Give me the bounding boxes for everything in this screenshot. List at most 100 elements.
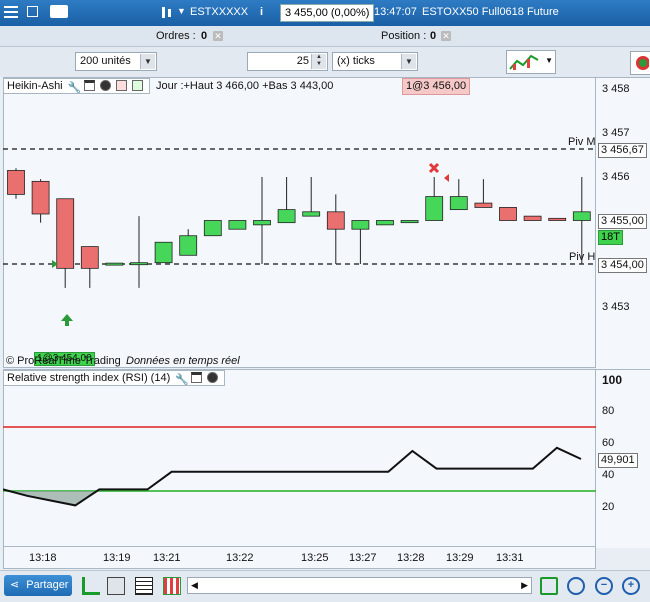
scroll-right-icon[interactable]: ▶ bbox=[521, 580, 528, 591]
x-tick-label: 13:31 bbox=[496, 552, 524, 564]
candle-body bbox=[253, 220, 271, 226]
candles-icon[interactable] bbox=[163, 577, 181, 595]
ticks-stepper[interactable]: 25 ▲ ▼ bbox=[247, 52, 328, 71]
zoom-out-icon[interactable]: − bbox=[595, 577, 613, 595]
footer-brand: © ProRealTime Trading bbox=[6, 355, 121, 367]
buy-arrow-icon bbox=[61, 314, 73, 326]
chart-type-button[interactable]: ▼ bbox=[506, 50, 556, 74]
share-label: Partager bbox=[26, 579, 69, 591]
candle-body bbox=[499, 207, 517, 221]
candle-body bbox=[228, 220, 247, 230]
window-menu-icon[interactable] bbox=[4, 6, 18, 18]
y-tick-label: 3 453 bbox=[602, 301, 630, 313]
x-tick-label: 13:18 bbox=[29, 552, 57, 564]
chevron-down-icon[interactable]: ▼ bbox=[401, 54, 416, 69]
position-count: 0 bbox=[430, 30, 437, 42]
quantity-select[interactable]: 200 unités ▼ bbox=[75, 52, 157, 71]
pivot-m-value: 3 456,67 bbox=[598, 143, 647, 158]
time-axis[interactable]: 13:18 13:19 13:21 13:22 13:25 13:27 13:28 13:29… bbox=[3, 547, 596, 569]
candle-body bbox=[130, 262, 148, 266]
candle-body bbox=[179, 235, 198, 256]
candle-body bbox=[154, 241, 173, 264]
drawing-tools-icon[interactable] bbox=[82, 577, 100, 595]
horizontal-scrollbar[interactable]: ◀ ▶ bbox=[187, 577, 532, 594]
footer-status: Données en temps réel bbox=[126, 355, 240, 367]
instrument-dropdown-arrow[interactable]: ▼ bbox=[177, 6, 186, 16]
chart-type-icon bbox=[509, 54, 539, 70]
product-name: ESTOXX50 Full0618 Future bbox=[422, 6, 559, 18]
zoom-in-icon[interactable]: + bbox=[622, 577, 640, 595]
share-button[interactable]: ⋖ Partager bbox=[4, 575, 72, 596]
candle-body bbox=[326, 211, 345, 230]
instrument-name[interactable]: ESTXXXXX bbox=[190, 6, 248, 18]
x-tick-label: 13:19 bbox=[103, 552, 131, 564]
title-bar: ▼ ESTXXXXX i 3 455,00 (0,00%) 13:47:07 E… bbox=[0, 0, 650, 26]
rsi-y-axis[interactable]: 100 80 60 40 20 49,901 bbox=[596, 369, 650, 548]
hide-orders-icon[interactable] bbox=[107, 577, 125, 595]
bar-timer: 18T bbox=[598, 230, 623, 245]
cancel-order-marker-icon[interactable] bbox=[428, 162, 440, 174]
current-price-tag: 3 455,00 bbox=[598, 214, 647, 229]
chevron-down-icon[interactable]: ▼ bbox=[140, 54, 155, 69]
rsi-y-tick: 100 bbox=[602, 373, 623, 387]
pivot-m-label: Piv M bbox=[568, 136, 596, 148]
price-y-axis[interactable]: 3 458 3 457 3 456 3 453 3 456,67 3 455,0… bbox=[596, 77, 650, 369]
zoom-auto-icon[interactable] bbox=[567, 577, 585, 595]
rsi-current-value: 49,901 bbox=[598, 453, 638, 468]
candle-body bbox=[105, 262, 124, 266]
candle-body bbox=[523, 215, 542, 221]
close-position-icon[interactable]: ✕ bbox=[441, 31, 451, 41]
x-tick-label: 13:29 bbox=[446, 552, 474, 564]
rsi-y-tick: 20 bbox=[602, 501, 615, 513]
stepper-arrows-icon[interactable]: ▲ ▼ bbox=[311, 54, 326, 69]
chevron-down-icon[interactable]: ▼ bbox=[545, 56, 553, 65]
x-tick-label: 13:22 bbox=[226, 552, 254, 564]
ticks-unit-select[interactable]: (x) ticks ▼ bbox=[332, 52, 418, 71]
x-tick-label: 13:25 bbox=[301, 552, 329, 564]
orders-position-bar: Ordres : 0 ✕ Position : 0 ✕ bbox=[0, 26, 650, 47]
candle-body bbox=[302, 211, 321, 217]
info-icon[interactable]: i bbox=[260, 6, 263, 18]
ticks-unit-value: (x) ticks bbox=[337, 55, 375, 67]
rsi-y-tick: 60 bbox=[602, 437, 615, 449]
y-tick-label: 3 456 bbox=[602, 171, 630, 183]
candle-body bbox=[400, 220, 419, 224]
quantity-value: 200 unités bbox=[80, 55, 131, 67]
pivot-h-value: 3 454,00 bbox=[598, 258, 647, 273]
order-toolbar: 200 unités ▼ 25 ▲ ▼ (x) ticks ▼ ▼ bbox=[0, 47, 650, 77]
x-tick-label: 13:27 bbox=[349, 552, 377, 564]
restore-icon[interactable] bbox=[27, 6, 38, 17]
keyboard-icon[interactable] bbox=[50, 5, 68, 18]
candle-body bbox=[572, 211, 591, 221]
ticks-value: 25 bbox=[296, 55, 309, 67]
bottom-toolbar: ⋖ Partager ◀ ▶ − + bbox=[0, 570, 650, 602]
last-price-badge: 3 455,00 (0,00%) bbox=[280, 4, 375, 22]
rsi-y-tick: 40 bbox=[602, 469, 615, 481]
candle-body bbox=[449, 196, 468, 211]
orders-count: 0 bbox=[201, 30, 208, 42]
list-icon[interactable] bbox=[135, 577, 153, 595]
share-icon: ⋖ bbox=[10, 579, 20, 591]
candle-body bbox=[425, 196, 444, 221]
y-tick-label: 3 457 bbox=[602, 127, 630, 139]
pivot-h-label: Piv H bbox=[569, 251, 596, 263]
price-plot-area[interactable] bbox=[3, 77, 596, 368]
candle-body bbox=[376, 220, 394, 226]
candle-body bbox=[351, 220, 370, 230]
side-panel-toggle-icon[interactable] bbox=[630, 51, 650, 75]
cancel-orders-icon[interactable]: ✕ bbox=[213, 31, 223, 41]
rsi-line bbox=[3, 446, 582, 507]
candle-body bbox=[56, 198, 75, 269]
candle-body bbox=[548, 217, 567, 221]
orders-label: Ordres : bbox=[156, 30, 196, 42]
x-tick-label: 13:21 bbox=[153, 552, 181, 564]
fit-chart-icon[interactable] bbox=[540, 577, 558, 595]
rsi-plot-area[interactable] bbox=[3, 369, 596, 547]
scroll-left-icon[interactable]: ◀ bbox=[191, 580, 198, 591]
rsi-y-tick: 80 bbox=[602, 405, 615, 417]
candle-body bbox=[277, 209, 296, 224]
clock-time: 13:47:07 bbox=[374, 6, 417, 18]
candle-body bbox=[203, 220, 222, 237]
instrument-selector-icon[interactable] bbox=[160, 6, 174, 19]
order-marker-icon bbox=[444, 174, 449, 182]
